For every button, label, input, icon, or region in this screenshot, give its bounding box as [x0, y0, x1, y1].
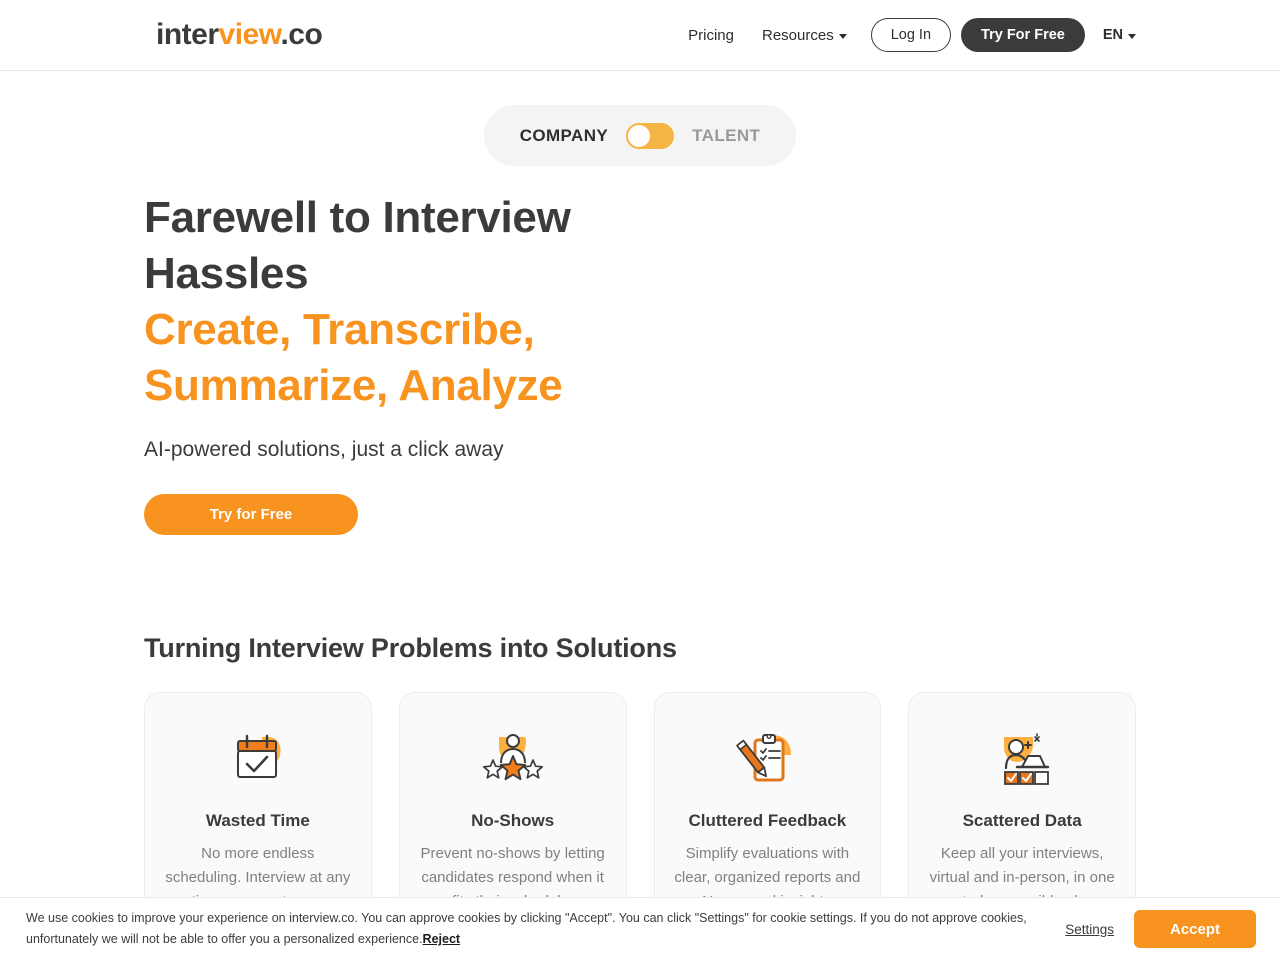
clipboard-pencil-icon: [673, 719, 863, 795]
audience-toggle[interactable]: COMPANY TALENT: [483, 105, 797, 166]
nav-item-resources-label: Resources: [762, 26, 834, 44]
cookie-banner-message: We use cookies to improve your experienc…: [26, 911, 1027, 946]
audience-toggle-knob: [628, 124, 651, 147]
nav-item-pricing-label: Pricing: [688, 26, 734, 44]
logo-part-tld: .co: [280, 18, 323, 51]
hero-try-for-free-button[interactable]: Try for Free: [144, 494, 358, 535]
cookie-consent-banner: We use cookies to improve your experienc…: [0, 897, 1280, 960]
log-in-button[interactable]: Log In: [870, 18, 952, 52]
person-laptop-checklist-icon: [927, 719, 1117, 795]
problem-card-title: Cluttered Feedback: [688, 811, 847, 830]
try-for-free-nav-button[interactable]: Try For Free: [961, 18, 1085, 52]
logo-part-view: view: [218, 18, 281, 51]
site-header: interview.co Pricing Resources Log In Tr…: [0, 0, 1280, 71]
audience-toggle-company-label[interactable]: COMPANY: [520, 126, 608, 146]
nav-item-resources[interactable]: Resources: [748, 27, 861, 44]
chevron-down-icon: [1128, 33, 1136, 39]
problem-card-title: No-Shows: [471, 811, 555, 830]
cookie-banner-text: We use cookies to improve your experienc…: [26, 908, 1045, 950]
cookie-reject-link[interactable]: Reject: [423, 932, 461, 946]
audience-toggle-wrapper: COMPANY TALENT: [144, 105, 1136, 166]
hero-section: Farewell to Interview Hassles Create, Tr…: [144, 190, 1136, 535]
nav-item-pricing[interactable]: Pricing: [674, 27, 748, 44]
logo-part-inter: inter: [156, 18, 219, 51]
chevron-down-icon: [838, 33, 847, 39]
problems-section-title: Turning Interview Problems into Solution…: [144, 633, 677, 663]
main-content: COMPANY TALENT Farewell to Interview Has…: [0, 105, 1280, 952]
hero-subheadline: AI-powered solutions, just a click away: [144, 438, 504, 461]
main-navigation: Pricing Resources Log In Try For Free EN: [674, 18, 1136, 52]
cookie-settings-link[interactable]: Settings: [1065, 922, 1114, 937]
hero-headline-accent: Create, Transcribe, Summarize, Analyze: [144, 305, 563, 410]
hero-headline: Farewell to Interview Hassles Create, Tr…: [144, 190, 704, 414]
problem-card-title: Wasted Time: [205, 811, 310, 830]
language-selector-label: EN: [1102, 27, 1123, 43]
hero-headline-dark: Farewell to Interview Hassles: [144, 193, 571, 298]
header-inner: interview.co Pricing Resources Log In Tr…: [0, 18, 1280, 52]
logo[interactable]: interview.co: [156, 18, 323, 52]
candidate-rating-stars-icon: [418, 719, 608, 795]
problem-card-title: Scattered Data: [962, 811, 1082, 830]
audience-toggle-talent-label[interactable]: TALENT: [692, 126, 760, 146]
cookie-accept-button[interactable]: Accept: [1134, 910, 1256, 948]
audience-toggle-switch[interactable]: [626, 122, 675, 149]
calendar-check-icon: [163, 719, 353, 795]
language-selector[interactable]: EN: [1103, 27, 1136, 43]
